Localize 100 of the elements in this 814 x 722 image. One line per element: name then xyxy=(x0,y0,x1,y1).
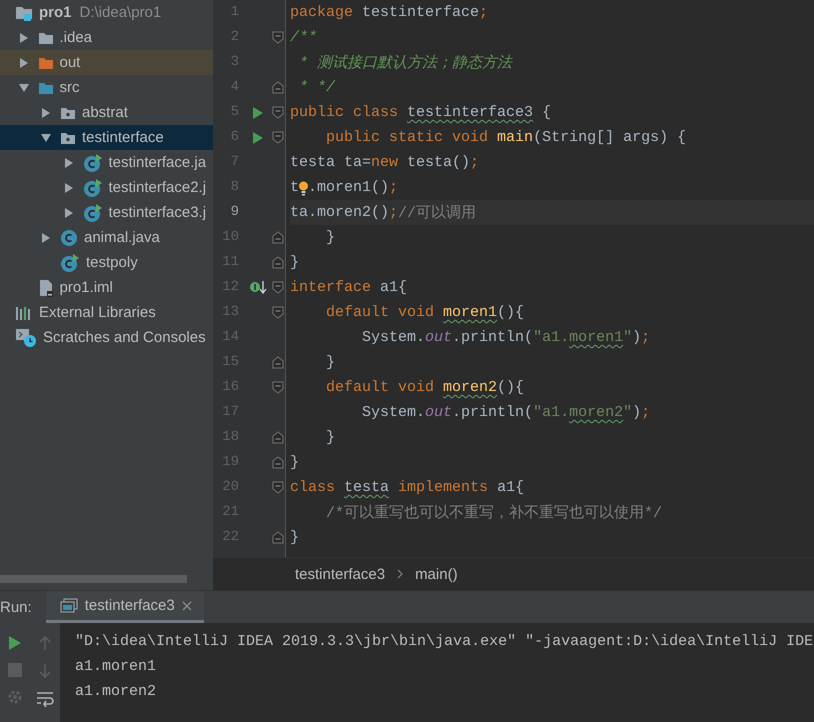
tree-item[interactable]: testpoly xyxy=(0,250,213,275)
code-token: testa ta= xyxy=(290,154,372,171)
fold-marker-icon[interactable] xyxy=(272,431,284,444)
tree-item[interactable]: testinterface2.j xyxy=(0,175,213,200)
code-token: { xyxy=(541,104,552,121)
code-token: class xyxy=(290,479,336,496)
console-line: a1.moren1 xyxy=(75,657,158,677)
code-token: ; xyxy=(470,154,480,171)
run-tab[interactable]: testinterface3 xyxy=(46,591,204,623)
tree-item[interactable]: out xyxy=(0,50,213,75)
code-token: moren2 xyxy=(569,404,624,421)
tree-item[interactable]: pro1 D:\idea\pro1 xyxy=(0,0,213,25)
code-token: new xyxy=(371,154,400,171)
code-token: testinterface3 xyxy=(407,104,534,121)
code-token: .println( xyxy=(452,404,534,421)
code-token: public class xyxy=(290,104,400,121)
code-token: ; xyxy=(389,204,398,221)
code-token: out xyxy=(425,404,452,421)
expand-arrow-icon[interactable] xyxy=(41,108,51,118)
code-token: moren1 xyxy=(443,304,498,321)
tree-item[interactable]: testinterface xyxy=(0,125,213,150)
expand-arrow-icon[interactable] xyxy=(64,158,74,168)
run-icon[interactable] xyxy=(8,635,22,651)
tree-item[interactable]: abstrat xyxy=(0,100,213,125)
tree-item[interactable]: src xyxy=(0,75,213,100)
code-token: main xyxy=(497,129,534,146)
code-token: ) xyxy=(632,404,642,421)
line-number: 9 xyxy=(230,203,240,222)
code-token: a1{ xyxy=(380,279,408,296)
code-token: * */ xyxy=(298,79,336,96)
soft-wrap-icon[interactable] xyxy=(36,691,54,707)
code-token: } xyxy=(325,229,336,246)
run-icon[interactable] xyxy=(252,106,264,120)
code-token: (){ xyxy=(497,379,524,396)
expand-arrow-icon[interactable] xyxy=(64,182,74,192)
code-token: (){ xyxy=(497,304,524,321)
code-token: moren1 xyxy=(569,329,624,346)
code-token: } xyxy=(290,254,300,271)
run-icon[interactable] xyxy=(252,130,264,144)
fold-marker-icon[interactable] xyxy=(272,231,284,244)
code-token: ) xyxy=(632,329,642,346)
code-token: (String[] args) { xyxy=(533,129,686,146)
code-token: .println( xyxy=(452,329,534,346)
code-token: /** xyxy=(290,29,318,46)
code-token: //可以调用 xyxy=(398,204,476,222)
fold-marker-icon[interactable] xyxy=(272,531,284,544)
fold-marker-icon[interactable] xyxy=(272,281,284,294)
code-token: testa() xyxy=(407,154,470,171)
code-token: testa xyxy=(344,479,390,496)
code-token: } xyxy=(290,529,300,546)
code-token: interface xyxy=(290,279,372,296)
tree-item[interactable]: pro1.iml xyxy=(0,275,213,300)
code-token: moren2 xyxy=(443,379,498,396)
fold-marker-icon[interactable] xyxy=(272,356,284,369)
console-line: "D:\idea\IntelliJ IDEA 2019.3.3\jbr\bin\java.exe" "-javaagent:D:\idea\IntelliJ IDE xyxy=(75,632,814,652)
code-token: ; xyxy=(479,4,488,21)
code-token: .moren1() xyxy=(308,179,390,196)
implemented-icon[interactable] xyxy=(249,280,267,296)
collapse-arrow-icon[interactable] xyxy=(41,132,51,142)
fold-marker-icon[interactable] xyxy=(272,31,284,44)
code-token: t xyxy=(290,179,300,196)
fold-marker-icon[interactable] xyxy=(272,381,284,394)
code-token: " xyxy=(623,329,632,346)
tree-item[interactable]: External Libraries xyxy=(0,300,213,325)
lightbulb-icon[interactable] xyxy=(299,178,308,196)
collapse-arrow-icon[interactable] xyxy=(18,82,28,92)
code-token: " xyxy=(623,404,632,421)
code-token: public static void xyxy=(325,129,490,146)
code-token: ; xyxy=(389,179,398,196)
fold-marker-icon[interactable] xyxy=(272,456,284,469)
breadcrumb[interactable]: main() xyxy=(415,566,458,582)
expand-arrow-icon[interactable] xyxy=(64,208,74,218)
code-token: out xyxy=(425,329,452,346)
code-token: default void xyxy=(325,304,436,321)
fold-marker-icon[interactable] xyxy=(272,106,284,119)
tree-item[interactable]: Scratches and Consoles xyxy=(0,325,213,350)
tree-item[interactable]: testinterface3.j xyxy=(0,200,213,225)
code-token: "a1. xyxy=(533,404,570,421)
fold-marker-icon[interactable] xyxy=(272,256,284,269)
code-token: testinterface xyxy=(362,4,480,21)
expand-arrow-icon[interactable] xyxy=(18,32,28,42)
tree-item[interactable]: testinterface.ja xyxy=(0,150,213,175)
code-token: ; xyxy=(641,329,650,346)
panel-title: Run: xyxy=(0,598,32,616)
breadcrumb[interactable]: testinterface3 xyxy=(295,566,386,582)
expand-arrow-icon[interactable] xyxy=(18,58,28,68)
expand-arrow-icon[interactable] xyxy=(41,232,51,242)
code-token: } xyxy=(325,429,336,446)
fold-marker-icon[interactable] xyxy=(272,306,284,319)
code-token: default void xyxy=(325,379,436,396)
code-token: a1{ xyxy=(497,479,524,496)
close-icon[interactable] xyxy=(182,600,192,610)
code-token: ; xyxy=(641,404,650,421)
tree-item[interactable]: animal.java xyxy=(0,225,213,250)
fold-marker-icon[interactable] xyxy=(272,131,284,144)
fold-marker-icon[interactable] xyxy=(272,81,284,94)
code-token: * 测试接口默认方法；静态方法 xyxy=(298,53,512,72)
tree-item[interactable]: .idea xyxy=(0,25,213,50)
scrollbar-thumb[interactable] xyxy=(0,575,187,583)
fold-marker-icon[interactable] xyxy=(272,481,284,494)
